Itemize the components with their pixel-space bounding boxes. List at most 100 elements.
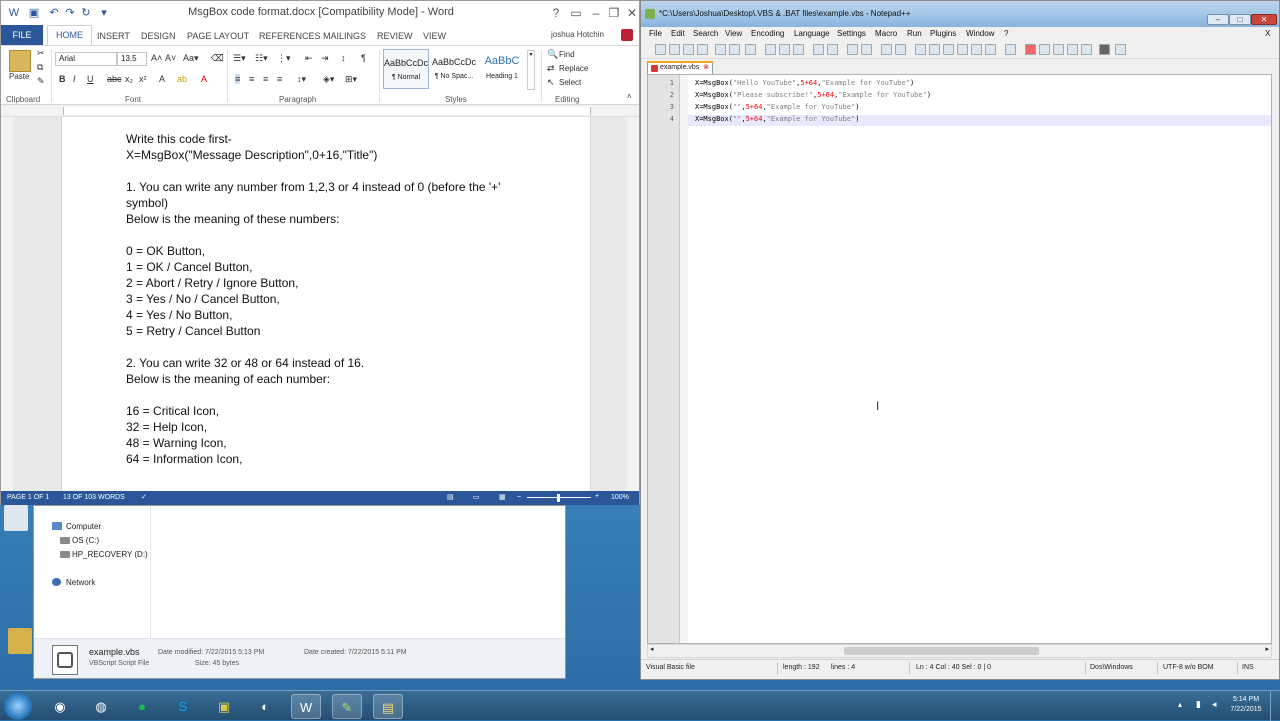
- stop-macro-icon[interactable]: [1039, 44, 1050, 55]
- subscript-icon[interactable]: x₂: [125, 74, 133, 84]
- start-button[interactable]: [4, 692, 32, 720]
- borders-icon[interactable]: ⊞▾: [345, 74, 357, 85]
- cut-icon[interactable]: [765, 44, 776, 55]
- folder-workspace-icon[interactable]: [1005, 44, 1016, 55]
- close-icon[interactable]: [715, 44, 726, 55]
- npp-minimize-button[interactable]: –: [1207, 14, 1229, 25]
- system-clock[interactable]: 5:14 PM 7/22/2015: [1226, 695, 1266, 715]
- superscript-icon[interactable]: x²: [139, 74, 147, 84]
- user-avatar[interactable]: [621, 29, 633, 41]
- play-macro-icon[interactable]: [1053, 44, 1064, 55]
- desktop-folder-icon[interactable]: [8, 628, 32, 654]
- increase-indent-icon[interactable]: ⇥: [321, 53, 329, 64]
- nav-drive-c[interactable]: OS (C:): [72, 536, 99, 545]
- tab-view[interactable]: VIEW: [423, 31, 446, 41]
- find-icon[interactable]: [847, 44, 858, 55]
- language-icon[interactable]: [971, 44, 982, 55]
- proofing-icon[interactable]: ✓: [141, 493, 147, 501]
- horizontal-ruler[interactable]: [1, 105, 639, 117]
- zoom-in-icon[interactable]: +: [595, 493, 599, 500]
- steam-icon[interactable]: ◉: [45, 694, 75, 719]
- scroll-right-icon[interactable]: ▸: [1265, 645, 1269, 653]
- cut-icon[interactable]: ✂: [37, 48, 45, 59]
- new-file-icon[interactable]: [655, 44, 666, 55]
- network-tray-icon[interactable]: ▮: [1196, 699, 1201, 710]
- paste-button[interactable]: Paste: [9, 72, 29, 81]
- show-marks-icon[interactable]: ¶: [361, 53, 366, 63]
- undo-icon[interactable]: [813, 44, 824, 55]
- menu-view[interactable]: View: [725, 29, 742, 38]
- find-icon[interactable]: 🔍: [547, 49, 558, 60]
- select-icon[interactable]: ↖: [547, 77, 555, 88]
- repeat-icon[interactable]: ↻: [79, 6, 93, 20]
- bullets-icon[interactable]: ☰▾: [233, 53, 246, 64]
- tab-references[interactable]: REFERENCES: [259, 31, 321, 41]
- italic-icon[interactable]: I: [73, 74, 76, 84]
- run-macro-multiple-icon[interactable]: [1067, 44, 1078, 55]
- change-case-icon[interactable]: Aa▾: [183, 53, 199, 64]
- collapse-ribbon-icon[interactable]: ˄: [627, 92, 632, 101]
- menu-run[interactable]: Run: [907, 29, 922, 38]
- npp-horizontal-scrollbar[interactable]: ◂ ▸: [647, 644, 1272, 658]
- redo-icon[interactable]: [827, 44, 838, 55]
- font-name-box[interactable]: Arial: [55, 52, 117, 66]
- obs-icon[interactable]: ◐: [250, 694, 280, 719]
- nav-network[interactable]: Network: [66, 578, 95, 587]
- multilevel-list-icon[interactable]: ⋮▾: [277, 53, 291, 64]
- tab-page-layout[interactable]: PAGE LAYOUT: [187, 31, 249, 41]
- shading-icon[interactable]: ◈▾: [323, 74, 334, 85]
- zoom-out-icon[interactable]: [895, 44, 906, 55]
- tab-mailings[interactable]: MAILINGS: [323, 31, 366, 41]
- sort-icon[interactable]: ↕: [341, 53, 346, 63]
- notepadpp-taskbar-icon[interactable]: ✎: [332, 694, 362, 719]
- close-all-icon[interactable]: [729, 44, 740, 55]
- page-count[interactable]: PAGE 1 OF 1: [7, 494, 49, 501]
- close-tab-icon[interactable]: ⊗: [703, 63, 709, 73]
- document-page[interactable]: Write this code first- X=MsgBox("Message…: [61, 117, 591, 491]
- clear-formatting-icon[interactable]: ⌫: [211, 53, 224, 64]
- document-body[interactable]: Write this code first- X=MsgBox("Message…: [126, 131, 566, 467]
- volume-tray-icon[interactable]: ◂: [1212, 699, 1217, 710]
- code-line[interactable]: X=MsgBox("Please subscribe!",5+64,"Examp…: [695, 91, 931, 99]
- underline-icon[interactable]: U: [87, 74, 94, 84]
- styles-more-button[interactable]: ▾: [527, 50, 535, 90]
- menu-window[interactable]: Window: [966, 29, 994, 38]
- sync-scroll-icon[interactable]: [915, 44, 926, 55]
- customize-qat-icon[interactable]: ▾: [97, 6, 111, 20]
- help-icon[interactable]: ?: [545, 4, 567, 22]
- shrink-font-icon[interactable]: A˅: [165, 53, 176, 63]
- file-tab[interactable]: example.vbs ⊗: [647, 61, 713, 74]
- save-icon[interactable]: [683, 44, 694, 55]
- replace-icon[interactable]: [861, 44, 872, 55]
- show-hidden-icons[interactable]: ▴: [1178, 700, 1182, 709]
- word-vertical-scrollbar[interactable]: [627, 117, 639, 491]
- npp-maximize-button[interactable]: □: [1229, 14, 1251, 25]
- chrome-icon[interactable]: ◍: [86, 694, 116, 719]
- font-color-icon[interactable]: A: [201, 74, 207, 84]
- align-left-icon[interactable]: ≡: [235, 74, 241, 84]
- desktop-icon[interactable]: [4, 505, 28, 531]
- ab-icon[interactable]: [1099, 44, 1110, 55]
- tab-file[interactable]: FILE: [1, 25, 43, 45]
- word-count[interactable]: 13 OF 103 WORDS: [63, 494, 125, 501]
- text-effects-icon[interactable]: A: [159, 74, 165, 84]
- code-line[interactable]: X=MsgBox("",5+64,"Example for YouTube"): [695, 115, 859, 123]
- style-heading-1[interactable]: AaBbC Heading 1: [479, 49, 525, 89]
- indent-guide-icon[interactable]: [957, 44, 968, 55]
- zoom-slider-thumb[interactable]: [557, 494, 560, 502]
- highlight-icon[interactable]: ab: [177, 74, 187, 84]
- code-line[interactable]: X=MsgBox("",5+64,"Example for YouTube"): [695, 103, 859, 111]
- save-all-icon[interactable]: [697, 44, 708, 55]
- code-editor[interactable]: 1 2 3 4 X=MsgBox("Hello YouTube",5+64,"E…: [647, 74, 1272, 644]
- paste-icon[interactable]: [793, 44, 804, 55]
- menu-language[interactable]: Language: [794, 29, 830, 38]
- account-name[interactable]: joshua Hotchin: [551, 30, 604, 39]
- app-icon[interactable]: ▣: [209, 694, 239, 719]
- skype-icon[interactable]: S: [168, 694, 198, 719]
- justify-icon[interactable]: ≡: [277, 74, 282, 84]
- line-spacing-icon[interactable]: ↕▾: [297, 74, 306, 85]
- menu-plugins[interactable]: Plugins: [930, 29, 956, 38]
- tab-insert[interactable]: INSERT: [97, 31, 130, 41]
- code-line[interactable]: X=MsgBox("Hello YouTube",5+64,"Example f…: [695, 79, 914, 87]
- numbering-icon[interactable]: ☷▾: [255, 53, 268, 64]
